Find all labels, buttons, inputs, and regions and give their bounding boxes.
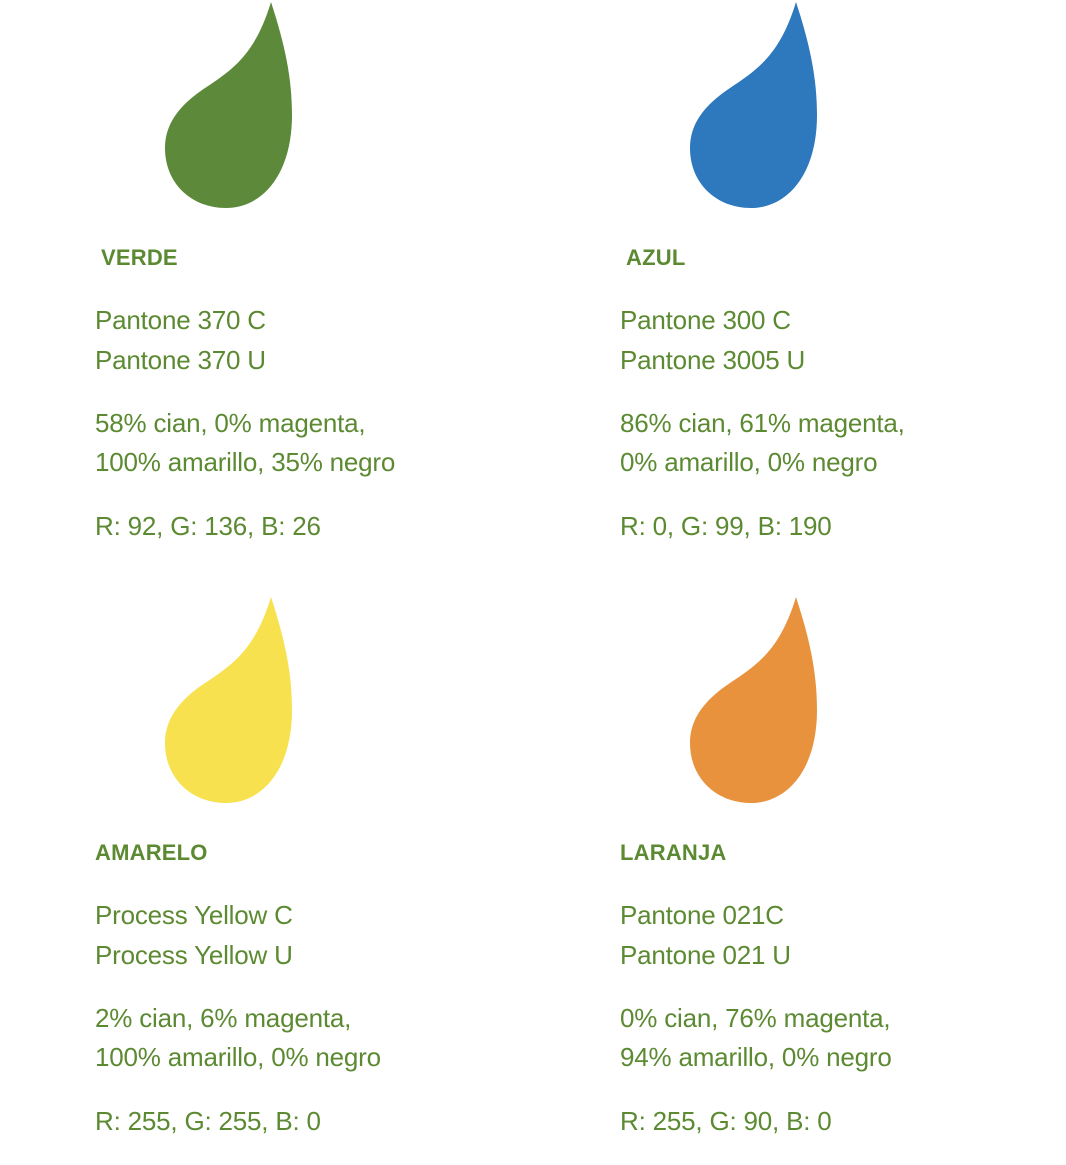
pantone-coated: Pantone 370 C: [95, 305, 266, 335]
cmyk-line-1: 86% cian, 61% magenta,: [620, 408, 905, 438]
color-name: LARANJA: [620, 840, 727, 865]
color-swatch-laranja: LARANJA Pantone 021C Pantone 021 U 0% ci…: [525, 595, 1045, 1165]
pantone-uncoated: Pantone 021 U: [620, 940, 791, 970]
cmyk-line-1: 2% cian, 6% magenta,: [95, 1003, 352, 1033]
pantone-uncoated: Process Yellow U: [95, 940, 293, 970]
rgb-values: R: 0, G: 99, B: 190: [620, 511, 832, 541]
pantone-coated: Pantone 021C: [620, 900, 784, 930]
color-swatch-amarelo: AMARELO Process Yellow C Process Yellow …: [0, 595, 520, 1165]
rgb-values: R: 255, G: 255, B: 0: [95, 1106, 321, 1136]
cmyk-line-1: 58% cian, 0% magenta,: [95, 408, 366, 438]
pantone-uncoated: Pantone 3005 U: [620, 345, 806, 375]
pantone-coated: Process Yellow C: [95, 900, 293, 930]
droplet-shape: [165, 2, 292, 208]
color-name: AZUL: [626, 245, 686, 270]
cmyk-line-2: 100% amarillo, 0% negro: [95, 1042, 381, 1072]
pantone-coated: Pantone 300 C: [620, 305, 791, 335]
color-name: VERDE: [101, 245, 178, 270]
droplet-icon: [690, 597, 817, 803]
rgb-values: R: 255, G: 90, B: 0: [620, 1106, 832, 1136]
droplet-shape: [165, 597, 292, 803]
color-name: AMARELO: [95, 840, 208, 865]
droplet-shape: [690, 2, 817, 208]
droplet-shape: [690, 597, 817, 803]
cmyk-line-2: 94% amarillo, 0% negro: [620, 1042, 892, 1072]
rgb-values: R: 92, G: 136, B: 26: [95, 511, 321, 541]
cmyk-line-1: 0% cian, 76% magenta,: [620, 1003, 891, 1033]
cmyk-line-2: 0% amarillo, 0% negro: [620, 447, 878, 477]
cmyk-line-2: 100% amarillo, 35% negro: [95, 447, 396, 477]
color-swatch-verde: VERDE Pantone 370 C Pantone 370 U 58% ci…: [0, 0, 520, 570]
pantone-uncoated: Pantone 370 U: [95, 345, 266, 375]
droplet-icon: [690, 2, 817, 208]
droplet-icon: [165, 597, 292, 803]
color-swatch-azul: AZUL Pantone 300 C Pantone 3005 U 86% ci…: [525, 0, 1045, 570]
droplet-icon: [165, 2, 292, 208]
